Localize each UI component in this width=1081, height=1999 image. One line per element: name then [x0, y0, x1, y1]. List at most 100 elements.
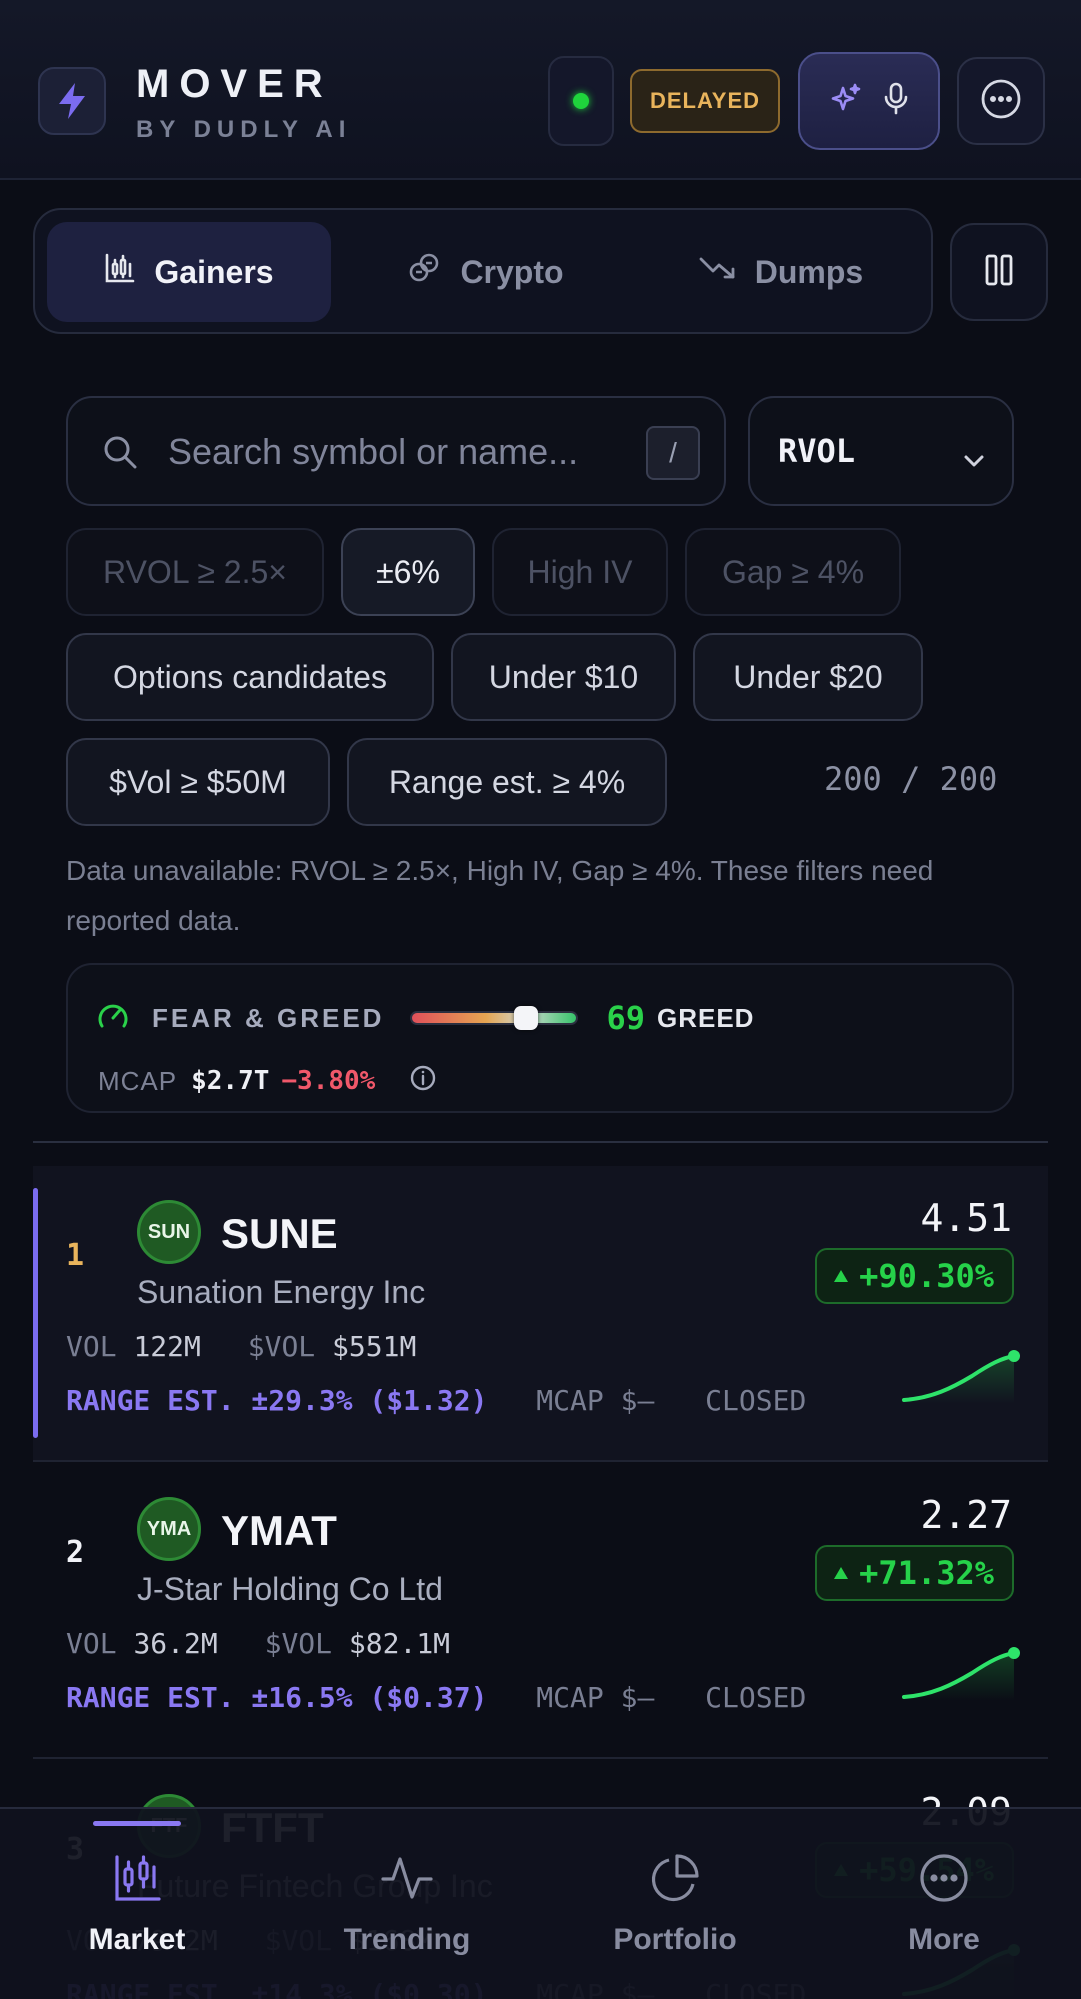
dollar-vol-value: $82.1M	[348, 1627, 451, 1660]
market-tabs: Gainers Crypto Dumps	[33, 208, 933, 334]
info-icon[interactable]	[409, 1064, 437, 1099]
fear-greed-meter	[410, 1006, 579, 1030]
nav-label: Portfolio	[613, 1923, 737, 1956]
fear-greed-label: FEAR & GREED	[152, 1002, 385, 1033]
ticker-symbol: SUNE	[221, 1210, 338, 1257]
filter-chip-gap[interactable]: Gap ≥ 4%	[685, 528, 901, 616]
sparkline-chart	[902, 1647, 1020, 1701]
columns-icon	[984, 253, 1014, 292]
nav-more[interactable]: More	[809, 1809, 1079, 1999]
status-dot-icon	[573, 93, 589, 109]
sparkline-chart	[902, 1350, 1020, 1404]
candlestick-icon	[113, 1847, 161, 1909]
nav-market[interactable]: Market	[2, 1809, 272, 1999]
tab-label: Dumps	[754, 253, 864, 290]
up-triangle-icon	[834, 1567, 849, 1579]
layout-toggle-button[interactable]	[950, 223, 1048, 321]
ellipsis-circle-icon	[979, 77, 1023, 126]
pie-chart-icon	[649, 1847, 701, 1909]
nav-portfolio[interactable]: Portfolio	[540, 1809, 810, 1999]
filter-chip-rvol[interactable]: RVOL ≥ 2.5×	[66, 528, 324, 616]
ticker-badge: YMA	[137, 1497, 201, 1561]
more-options-button[interactable]	[957, 57, 1045, 145]
nav-label: Market	[88, 1923, 186, 1956]
vol-value: 36.2M	[133, 1627, 218, 1660]
nav-label: More	[908, 1923, 980, 1956]
fear-greed-card[interactable]: FEAR & GREED 69 GREED MCAP $2.7T −3.80%	[66, 963, 1014, 1113]
vol-label: VOL	[66, 1627, 117, 1660]
vol-value: 122M	[133, 1330, 201, 1363]
dollar-vol-value: $551M	[332, 1330, 417, 1363]
fear-greed-sentiment: GREED	[657, 1002, 755, 1033]
dollar-vol-label: $VOL	[247, 1330, 316, 1363]
data-delay-badge[interactable]: DELAYED	[630, 69, 780, 133]
bar-chart-icon	[104, 252, 136, 292]
coins-icon	[406, 250, 442, 294]
tab-label: Gainers	[154, 253, 274, 290]
filter-chip-range-est[interactable]: Range est. ≥ 4%	[347, 738, 667, 826]
last-price: 2.27	[920, 1493, 1012, 1537]
app-title: MOVER	[136, 62, 333, 106]
sort-select[interactable]: RVOL	[748, 396, 1014, 506]
result-count: 200 / 200	[824, 760, 998, 798]
up-triangle-icon	[834, 1270, 849, 1282]
market-cap: MCAP $—	[536, 1681, 655, 1714]
search-icon	[102, 434, 138, 475]
market-session: CLOSED	[705, 1681, 807, 1714]
chevron-down-icon	[962, 440, 986, 477]
percent-change: +71.32%	[859, 1554, 994, 1592]
app-header: MOVER BY DUDLY AI DELAYED	[0, 0, 1081, 180]
vol-label: VOL	[66, 1330, 117, 1363]
change-badge: +71.32%	[815, 1545, 1014, 1601]
fear-greed-marker	[513, 1006, 538, 1030]
change-badge: +90.30%	[815, 1248, 1014, 1304]
market-cap: MCAP $—	[536, 1384, 655, 1417]
ticker-symbol: YMAT	[221, 1507, 337, 1554]
filter-chip-under-10[interactable]: Under $10	[451, 633, 676, 721]
search-input[interactable]	[168, 422, 688, 482]
nav-label: Trending	[343, 1923, 471, 1956]
more-circle-icon	[918, 1847, 970, 1909]
tab-dumps[interactable]: Dumps	[639, 222, 923, 322]
nav-trending[interactable]: Trending	[272, 1809, 542, 1999]
filter-chip-range-6[interactable]: ±6%	[341, 528, 475, 616]
app-subtitle: BY DUDLY AI	[136, 116, 352, 143]
mcap-label: MCAP	[98, 1065, 178, 1096]
sort-selected-value: RVOL	[778, 432, 856, 470]
rank-number: 1	[66, 1238, 85, 1273]
percent-change: +90.30%	[859, 1257, 994, 1295]
market-session: CLOSED	[705, 1384, 807, 1417]
tab-gainers[interactable]: Gainers	[47, 222, 331, 322]
activity-icon	[381, 1847, 433, 1909]
rank-number: 2	[66, 1535, 85, 1570]
range-line: RANGE EST. ±29.3% ($1.32) MCAP $— CLOSED	[66, 1384, 806, 1417]
fear-greed-value: 69	[606, 999, 645, 1037]
search-box: /	[66, 396, 726, 506]
sparkle-icon	[829, 82, 863, 121]
selected-indicator	[33, 1188, 38, 1438]
tab-crypto[interactable]: Crypto	[343, 222, 627, 322]
volume-line: VOL 36.2M $VOL $82.1M	[66, 1627, 480, 1660]
filter-chip-options-candidates[interactable]: Options candidates	[66, 633, 434, 721]
data-unavailable-notice: Data unavailable: RVOL ≥ 2.5×, High IV, …	[66, 855, 934, 936]
mcap-change: −3.80%	[281, 1066, 376, 1096]
mover-row[interactable]: 2 YMA YMAT J-Star Holding Co Ltd VOL 36.…	[33, 1463, 1048, 1759]
gauge-icon	[96, 999, 130, 1038]
trending-down-icon	[699, 253, 737, 291]
filter-chip-dollar-volume[interactable]: $Vol ≥ $50M	[66, 738, 330, 826]
connection-status[interactable]	[548, 56, 614, 146]
mover-row[interactable]: 1 SUN SUNE Sunation Energy Inc VOL 122M …	[33, 1166, 1048, 1462]
last-price: 4.51	[920, 1196, 1012, 1240]
range-line: RANGE EST. ±16.5% ($0.37) MCAP $— CLOSED	[66, 1681, 806, 1714]
ai-voice-button[interactable]	[798, 52, 940, 150]
mcap-value: $2.7T	[191, 1066, 270, 1096]
company-name: J-Star Holding Co Ltd	[137, 1571, 443, 1607]
filter-chip-under-20[interactable]: Under $20	[693, 633, 923, 721]
microphone-icon	[883, 82, 909, 121]
section-divider	[33, 1141, 1048, 1143]
bolt-logo-icon	[38, 67, 106, 135]
filter-chip-high-iv[interactable]: High IV	[492, 528, 668, 616]
bottom-navigation: Market Trending Portfolio More	[0, 1807, 1081, 1999]
company-name: Sunation Energy Inc	[137, 1274, 426, 1310]
range-estimate: RANGE EST. ±29.3% ($1.32)	[66, 1384, 488, 1417]
